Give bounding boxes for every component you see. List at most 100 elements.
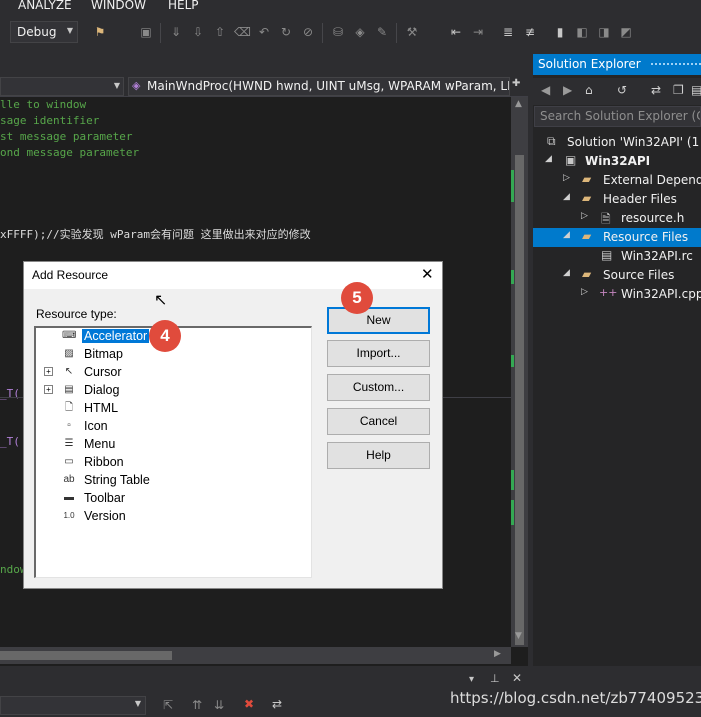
clear-all-icon[interactable]: ✖ (244, 697, 254, 711)
previous-icon[interactable]: ⇈ (192, 698, 202, 712)
expand-icon[interactable]: ▷ (581, 211, 588, 221)
expand-icon[interactable]: ▷ (563, 173, 570, 183)
scroll-up-icon[interactable]: ▲ (515, 99, 522, 109)
properties-icon[interactable]: ▤ (691, 83, 701, 97)
configuration-dropdown[interactable]: Debug ▼ (10, 21, 78, 43)
database-icon[interactable]: ⛁ (330, 24, 346, 40)
collapse-all-icon[interactable]: ❐ (673, 83, 684, 97)
navigation-bar: ▼ ◈ MainWndProc(HWND hwnd, UINT uMsg, WP… (0, 76, 528, 97)
menu-window[interactable]: WINDOW (91, 0, 146, 12)
collapse-icon[interactable]: ◢ (545, 154, 552, 164)
bookmark-next-icon[interactable]: ◨ (596, 24, 612, 40)
tree-item-header-files[interactable]: ◢ ▰ Header Files (533, 190, 701, 209)
tree-item-resource-files[interactable]: ◢ ▰ Resource Files (533, 228, 701, 247)
scroll-right-icon[interactable]: ▶ (494, 649, 501, 659)
split-editor-icon[interactable]: ✚ (512, 78, 520, 89)
scrollbar-thumb[interactable] (515, 155, 524, 645)
scroll-down-icon[interactable]: ▼ (515, 631, 522, 641)
tree-item-label: Solution 'Win32API' (1 project) (567, 135, 701, 149)
add-resource-dialog: Add Resource ✕ Resource type: ⌨ Accelera… (23, 261, 443, 589)
home-icon[interactable]: ⌂ (585, 83, 593, 97)
folder-icon: ▰ (582, 172, 592, 186)
tree-item-external-dependencies[interactable]: ▷ ▰ External Dependencies (533, 171, 701, 190)
horizontal-scrollbar[interactable]: ▶ (0, 647, 511, 664)
solution-explorer-title[interactable]: Solution Explorer (533, 54, 701, 75)
resource-item-ribbon[interactable]: ▭ Ribbon (36, 454, 306, 472)
scope-dropdown[interactable]: ▼ (0, 77, 124, 96)
resource-item-menu[interactable]: ☰ Menu (36, 436, 306, 454)
menu-icon: ☰ (64, 438, 74, 449)
custom-button[interactable]: Custom... (327, 374, 430, 401)
close-icon[interactable]: ✕ (421, 265, 434, 283)
close-icon[interactable]: ✕ (512, 671, 522, 685)
back-icon[interactable]: ◀ (541, 83, 550, 97)
tree-item-source-files[interactable]: ◢ ▰ Source Files (533, 266, 701, 285)
stop-icon[interactable]: ⊘ (300, 24, 316, 40)
wrench-icon[interactable]: ✎ (374, 24, 390, 40)
import-button[interactable]: Import... (327, 340, 430, 367)
tools-icon[interactable]: ⚒ (404, 24, 420, 40)
dropdown-icon[interactable]: ▾ (469, 674, 474, 685)
uncomment-icon[interactable]: ≢ (522, 24, 538, 40)
resource-item-label: Toolbar (84, 491, 125, 505)
resource-item-label: Icon (84, 419, 108, 433)
toolbar-separator (160, 23, 161, 43)
expand-icon[interactable]: + (44, 367, 53, 376)
collapse-icon[interactable]: ◢ (563, 268, 570, 278)
code-line: lle to window (0, 98, 87, 111)
change-marker (511, 355, 514, 367)
tree-item-solution[interactable]: ⧉ Solution 'Win32API' (1 project) (533, 133, 701, 152)
tree-item-resource-h[interactable]: ▷ 🗎 resource.h (533, 209, 701, 228)
solution-search-input[interactable]: Search Solution Explorer (Ctrl+;) (534, 106, 701, 127)
resource-type-tree[interactable]: ⌨ Accelerator ▨ Bitmap + ↖ Cursor + ▤ Di… (34, 326, 312, 578)
expand-icon[interactable]: ▷ (581, 287, 588, 297)
step-over-icon[interactable]: ⇩ (190, 24, 206, 40)
bookmark-icon[interactable]: ▮ (552, 24, 568, 40)
window-icon[interactable]: ▣ (138, 24, 154, 40)
menu-analyze[interactable]: ANALYZE (18, 0, 72, 12)
collapse-icon[interactable]: ◢ (563, 192, 570, 202)
resource-item-icon[interactable]: ▫ Icon (36, 418, 306, 436)
resource-item-html[interactable]: 🗋 HTML (36, 400, 306, 418)
sync-icon[interactable]: ⇄ (651, 83, 661, 97)
expand-icon[interactable]: + (44, 385, 53, 394)
history-icon[interactable]: ↺ (617, 83, 627, 97)
resource-item-toolbar[interactable]: ▬ Toolbar (36, 490, 306, 508)
find-in-files-icon[interactable]: ⚑ (92, 24, 108, 40)
comment-icon[interactable]: ≣ (500, 24, 516, 40)
undo-icon[interactable]: ↶ (256, 24, 272, 40)
scrollbar-thumb[interactable] (0, 651, 172, 660)
dialog-title-bar[interactable]: Add Resource ✕ (24, 262, 442, 289)
collapse-icon[interactable]: ◢ (563, 230, 570, 240)
indent-icon[interactable]: ⇤ (448, 24, 464, 40)
step-icon[interactable]: ⇓ (168, 24, 184, 40)
tree-item-label: Resource Files (603, 230, 689, 244)
output-source-dropdown[interactable]: ▼ (0, 696, 146, 715)
function-dropdown[interactable]: ◈ MainWndProc(HWND hwnd, UINT uMsg, WPAR… (128, 77, 510, 96)
tree-item-win32api-rc[interactable]: ▤ Win32API.rc (533, 247, 701, 266)
breakpoint-icon[interactable]: ⌫ (234, 24, 251, 40)
resource-item-string-table[interactable]: ab String Table (36, 472, 306, 490)
word-wrap-icon[interactable]: ⇄ (272, 697, 282, 711)
go-to-icon[interactable]: ⇱ (163, 698, 173, 712)
outdent-icon[interactable]: ⇥ (470, 24, 486, 40)
pin-icon[interactable]: ⊥ (490, 672, 500, 685)
resource-item-label: Version (84, 509, 126, 523)
bookmark-prev-icon[interactable]: ◧ (574, 24, 590, 40)
cancel-button[interactable]: Cancel (327, 408, 430, 435)
step-out-icon[interactable]: ⇧ (212, 24, 228, 40)
tree-item-project[interactable]: ◢ ▣ Win32API (533, 152, 701, 171)
forward-icon[interactable]: ▶ (563, 83, 572, 97)
resource-item-cursor[interactable]: + ↖ Cursor (36, 364, 306, 382)
tree-item-win32api-cpp[interactable]: ▷ ++ Win32API.cpp (533, 285, 701, 304)
resource-item-dialog[interactable]: + ▤ Dialog (36, 382, 306, 400)
menu-help[interactable]: HELP (168, 0, 199, 12)
resource-item-version[interactable]: 1.0 Version (36, 508, 306, 526)
resource-item-label: Accelerator (82, 329, 150, 343)
new-button[interactable]: New (327, 307, 430, 334)
next-icon[interactable]: ⇊ (214, 698, 224, 712)
restart-icon[interactable]: ↻ (278, 24, 294, 40)
bookmark-clear-icon[interactable]: ◩ (618, 24, 634, 40)
help-button[interactable]: Help (327, 442, 430, 469)
cube-icon[interactable]: ◈ (352, 24, 368, 40)
